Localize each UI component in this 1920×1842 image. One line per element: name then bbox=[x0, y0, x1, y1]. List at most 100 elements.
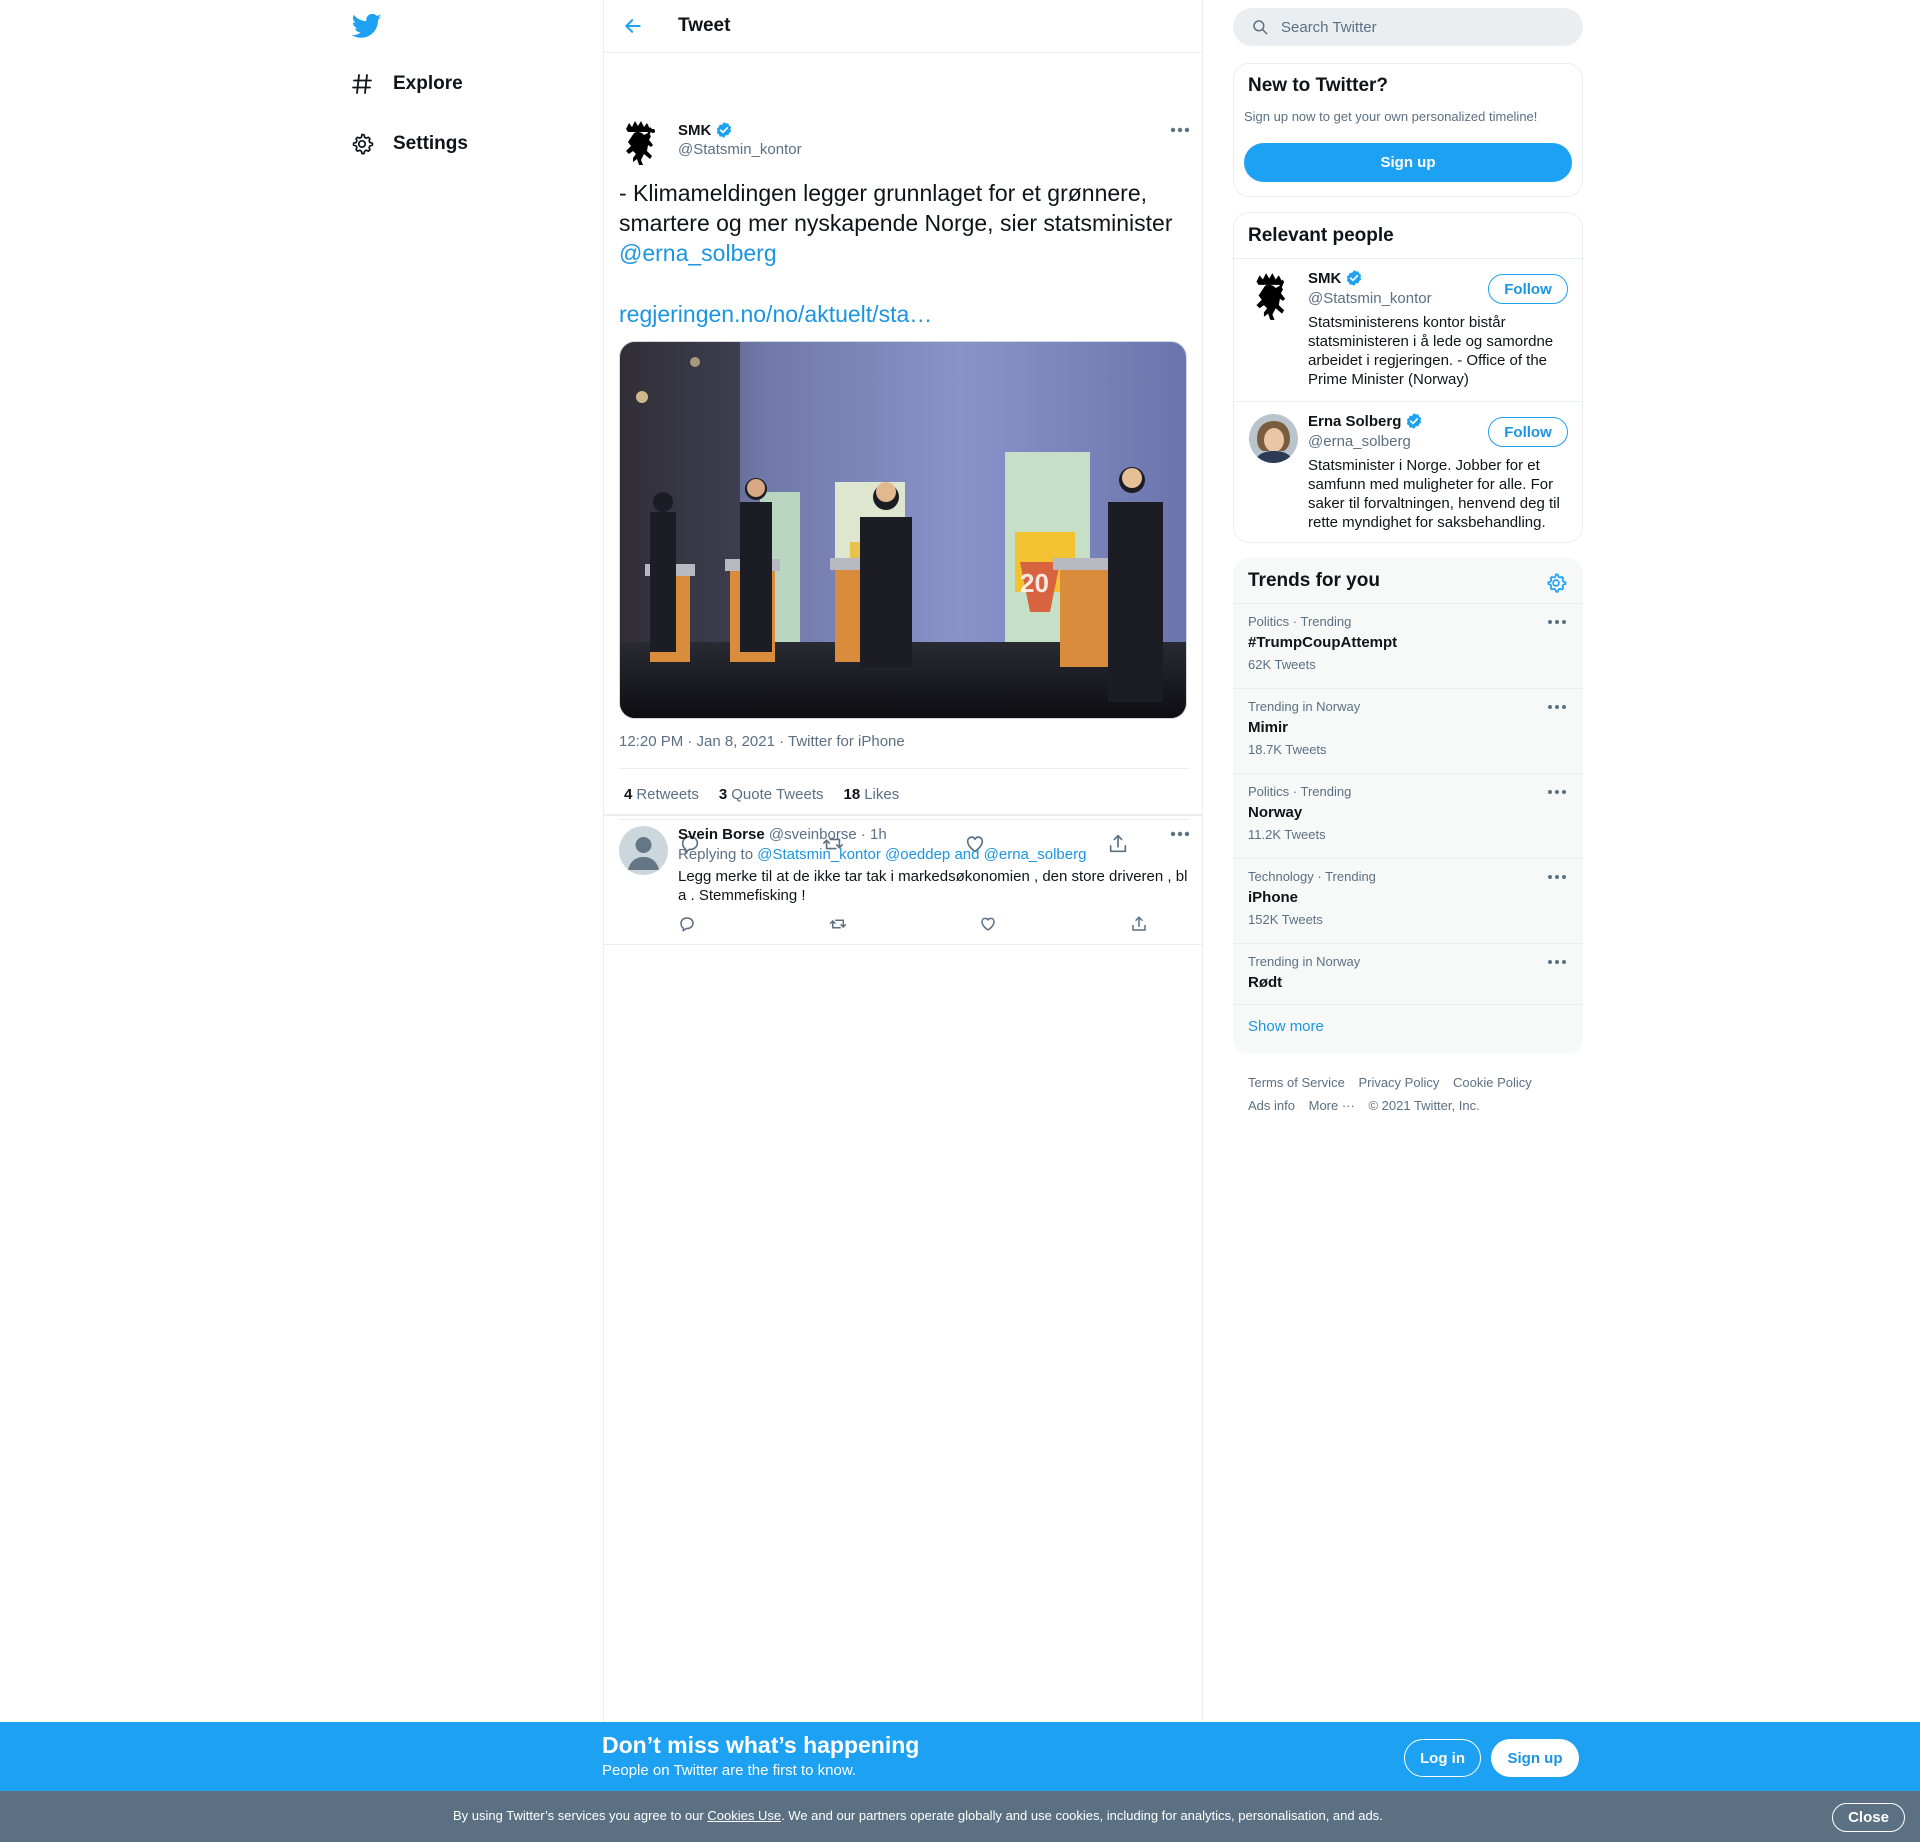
footer-copyright: © 2021 Twitter, Inc. bbox=[1368, 1098, 1480, 1113]
main-tweet: SMK @Statsmin_kontor - Klimameldingen le… bbox=[604, 53, 1202, 854]
tweet-author-handle[interactable]: @Statsmin_kontor bbox=[678, 141, 802, 158]
footer-more[interactable]: More ··· bbox=[1309, 1098, 1355, 1113]
reply-tweet[interactable]: Svein Borse @sveinborse · 1h Replying to… bbox=[604, 815, 1202, 945]
login-button[interactable]: Log in bbox=[1404, 1739, 1481, 1777]
replying-to-accounts[interactable]: @Statsmin_kontor @oeddep and @erna_solbe… bbox=[757, 846, 1086, 863]
erna-solberg-avatar[interactable] bbox=[1249, 414, 1298, 463]
signup-button[interactable]: Sign up bbox=[1491, 1739, 1579, 1777]
quote-tweets-count: 3 bbox=[718, 785, 728, 803]
trend-item[interactable]: Trending in Norway Rødt bbox=[1233, 943, 1583, 1005]
meta-separator: · bbox=[779, 733, 789, 750]
default-avatar[interactable] bbox=[619, 826, 668, 875]
trend-count: 11.2K Tweets bbox=[1248, 827, 1326, 842]
person-handle[interactable]: @erna_solberg bbox=[1308, 433, 1411, 450]
tweet-text-body: - Klimameldingen legger grunnlaget for e… bbox=[619, 180, 1173, 236]
more-options-icon[interactable] bbox=[1547, 618, 1567, 626]
trend-count: 62K Tweets bbox=[1248, 657, 1316, 672]
trend-context: Trending in Norway bbox=[1248, 699, 1361, 714]
person-smk[interactable]: SMK @Statsmin_kontor Follow Statsministe… bbox=[1234, 258, 1582, 401]
replying-to: Replying to @Statsmin_kontor @oeddep and… bbox=[678, 846, 1086, 863]
tweet-meta: 12:20 PM · Jan 8, 2021 · Twitter for iPh… bbox=[619, 733, 905, 750]
tweet-timestamp[interactable]: 12:20 PM · Jan 8, 2021 bbox=[619, 733, 775, 750]
trend-context: Politics · Trending bbox=[1248, 614, 1352, 629]
press-conference-photo: 20 bbox=[620, 342, 1186, 718]
tweet-mention-link[interactable]: @erna_solberg bbox=[619, 240, 777, 266]
twitter-bird-icon[interactable] bbox=[350, 11, 384, 41]
person-name-text: SMK bbox=[1308, 269, 1342, 287]
gear-icon[interactable] bbox=[1545, 572, 1567, 594]
replying-to-prefix: Replying to bbox=[678, 846, 754, 863]
person-bio: Statsminister i Norge. Jobber for et sam… bbox=[1308, 457, 1560, 531]
tweet-stats: 4 Retweets 3 Quote Tweets 18 Likes bbox=[619, 768, 1189, 820]
author-name-text: SMK bbox=[678, 121, 712, 139]
arrow-left-icon[interactable] bbox=[623, 16, 643, 36]
tweet-url-link[interactable]: regjeringen.no/no/aktuelt/sta… bbox=[619, 299, 932, 329]
new-to-twitter-card: New to Twitter? Sign up now to get your … bbox=[1233, 63, 1583, 197]
relevant-people-card: Relevant people SMK @Statsmin_kontor Fol… bbox=[1233, 212, 1583, 543]
like-icon[interactable] bbox=[979, 915, 997, 933]
likes-stat[interactable]: 18 Likes bbox=[844, 786, 900, 803]
verified-badge-icon bbox=[717, 122, 732, 138]
search-input[interactable] bbox=[1281, 8, 1571, 46]
footer-cookie[interactable]: Cookie Policy bbox=[1453, 1075, 1532, 1090]
retweets-stat[interactable]: 4 Retweets bbox=[624, 786, 699, 803]
search-box[interactable] bbox=[1233, 8, 1583, 46]
tweet-source[interactable]: Twitter for iPhone bbox=[788, 733, 905, 750]
person-erna-solberg[interactable]: Erna Solberg @erna_solberg Follow Statsm… bbox=[1234, 401, 1582, 542]
norway-crest-avatar[interactable] bbox=[1249, 271, 1298, 320]
more-options-icon[interactable] bbox=[1547, 788, 1567, 796]
footer-ads[interactable]: Ads info bbox=[1248, 1098, 1295, 1113]
tweet-author-name[interactable]: SMK bbox=[678, 121, 733, 139]
quote-tweets-stat[interactable]: 3 Quote Tweets bbox=[719, 786, 824, 803]
trend-item[interactable]: Technology · Trending iPhone 152K Tweets bbox=[1233, 858, 1583, 943]
show-more-link[interactable]: Show more bbox=[1248, 1018, 1324, 1035]
signup-promo-bar: Don’t miss what’s happening People on Tw… bbox=[0, 1722, 1920, 1791]
trend-name: Norway bbox=[1248, 804, 1303, 821]
person-bio: Statsministerens kontor bistår statsmini… bbox=[1308, 314, 1554, 388]
reply-time[interactable]: · 1h bbox=[861, 826, 887, 843]
sidebar-signup-button[interactable]: Sign up bbox=[1244, 143, 1572, 182]
tweet-text: - Klimameldingen legger grunnlaget for e… bbox=[619, 178, 1189, 268]
follow-button[interactable]: Follow bbox=[1488, 274, 1568, 304]
trend-count: 18.7K Tweets bbox=[1248, 742, 1327, 757]
trend-item[interactable]: Politics · Trending #TrumpCoupAttempt 62… bbox=[1233, 603, 1583, 688]
trend-item[interactable]: Trending in Norway Mimir 18.7K Tweets bbox=[1233, 688, 1583, 773]
footer-terms[interactable]: Terms of Service bbox=[1248, 1075, 1345, 1090]
relevant-people-title: Relevant people bbox=[1248, 225, 1394, 246]
nav-settings[interactable]: Settings bbox=[348, 124, 468, 164]
cookie-close-button[interactable]: Close bbox=[1832, 1803, 1905, 1832]
retweet-icon[interactable] bbox=[829, 915, 847, 933]
footer-privacy[interactable]: Privacy Policy bbox=[1358, 1075, 1439, 1090]
trend-name: #TrumpCoupAttempt bbox=[1248, 634, 1398, 651]
retweets-label: Retweets bbox=[636, 785, 699, 803]
more-options-icon[interactable] bbox=[1547, 703, 1567, 711]
norway-crest-avatar[interactable] bbox=[620, 119, 664, 165]
trend-item[interactable]: Politics · Trending Norway 11.2K Tweets bbox=[1233, 773, 1583, 858]
reply-icon[interactable] bbox=[678, 915, 696, 933]
more-options-icon[interactable] bbox=[1169, 829, 1191, 839]
cookies-use-link[interactable]: Cookies Use bbox=[707, 1808, 781, 1823]
nav-settings-label: Settings bbox=[393, 133, 468, 154]
gear-icon bbox=[348, 130, 376, 158]
person-handle[interactable]: @Statsmin_kontor bbox=[1308, 290, 1432, 307]
trend-context: Technology · Trending bbox=[1248, 869, 1376, 884]
tweet-photo[interactable]: 20 bbox=[619, 341, 1187, 719]
person-name[interactable]: Erna Solberg bbox=[1308, 412, 1423, 430]
share-icon[interactable] bbox=[1130, 915, 1148, 933]
quote-tweets-label: Quote Tweets bbox=[731, 785, 824, 803]
more-options-icon[interactable] bbox=[1547, 873, 1567, 881]
more-options-icon[interactable] bbox=[1169, 125, 1191, 135]
likes-count: 18 bbox=[843, 785, 861, 803]
cookie-banner: By using Twitter’s services you agree to… bbox=[0, 1791, 1920, 1842]
person-name[interactable]: SMK bbox=[1308, 269, 1363, 287]
reply-author-name[interactable]: Svein Borse bbox=[678, 826, 765, 843]
sidebar-footer: Terms of Service Privacy Policy Cookie P… bbox=[1248, 1071, 1578, 1117]
likes-label: Likes bbox=[864, 785, 900, 803]
reply-author-handle[interactable]: @sveinborse bbox=[769, 826, 857, 843]
nav-explore[interactable]: Explore bbox=[348, 64, 463, 104]
verified-badge-icon bbox=[1407, 413, 1422, 429]
more-options-icon[interactable] bbox=[1547, 958, 1567, 966]
follow-button[interactable]: Follow bbox=[1488, 417, 1568, 447]
svg-text:20: 20 bbox=[1020, 568, 1049, 598]
promo-subtitle: People on Twitter are the first to know. bbox=[602, 1762, 857, 1779]
